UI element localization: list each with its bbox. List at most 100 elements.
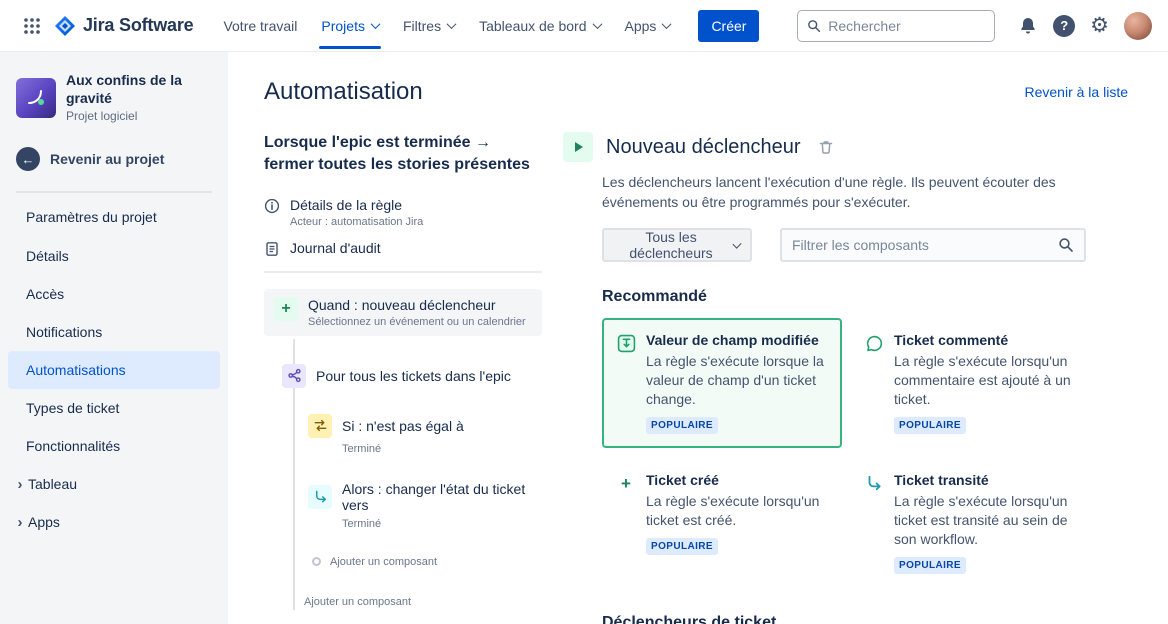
plus-icon: + — [621, 473, 631, 493]
card-description: La règle s'exécute lorsqu'un commentaire… — [894, 353, 1071, 407]
jira-logo[interactable]: Jira Software — [54, 15, 194, 37]
transition-icon — [864, 473, 884, 493]
chevron-down-icon — [732, 239, 742, 249]
popular-badge: POPULAIRE — [646, 538, 718, 555]
audit-log-label: Journal d'audit — [290, 239, 381, 256]
notifications-icon[interactable] — [1018, 16, 1038, 36]
chevron-down-icon — [661, 19, 672, 30]
add-component-branch[interactable]: Ajouter un composant — [312, 556, 542, 568]
condition-step-sub: Terminé — [342, 442, 382, 455]
sidebar-item-tableau[interactable]: › Tableau — [8, 465, 220, 503]
condition-step[interactable]: Si : n'est pas égal à Terminé — [308, 413, 542, 455]
back-to-project[interactable]: ← Revenir au projet — [0, 147, 228, 171]
card-valeur-de-champ-modifiee[interactable]: Valeur de champ modifiée La règle s'exéc… — [602, 318, 842, 448]
top-navigation: Jira Software Votre travail Projets Filt… — [0, 0, 1168, 52]
sidebar-item-notifications[interactable]: Notifications — [8, 313, 220, 351]
card-ticket-transite[interactable]: Ticket transité La règle s'exécute lorsq… — [850, 458, 1090, 588]
trigger-type-dropdown[interactable]: Tous les déclencheurs — [602, 228, 752, 262]
rule-details-label: Détails de la règle — [290, 196, 403, 213]
help-icon[interactable]: ? — [1053, 14, 1076, 37]
sidebar-item-tableau-label: Tableau — [28, 476, 78, 492]
project-avatar — [16, 77, 56, 118]
delete-trigger-icon[interactable] — [818, 139, 834, 155]
sidebar-item-automatisations[interactable]: Automatisations — [8, 351, 220, 389]
nav-projets[interactable]: Projets — [314, 10, 386, 49]
back-to-list-link[interactable]: Revenir à la liste — [1025, 84, 1129, 100]
play-icon — [563, 132, 593, 162]
sidebar-item-acces[interactable]: Accès — [8, 275, 220, 313]
recommended-cards: Valeur de champ modifiée La règle s'exéc… — [602, 318, 1128, 588]
audit-log-link[interactable]: Journal d'audit — [264, 240, 542, 257]
project-settings-nav: Détails Accès Notifications Automatisati… — [0, 237, 228, 541]
rule-steps: + Quand : nouveau déclencheur Sélectionn… — [264, 288, 542, 618]
section-declencheurs-de-ticket: Déclencheurs de ticket — [602, 614, 777, 624]
card-title: Valeur de champ modifiée — [646, 332, 819, 348]
sidebar-item-fonctionnalites[interactable]: Fonctionnalités — [8, 427, 220, 465]
global-search[interactable] — [797, 9, 996, 42]
chevron-down-icon — [592, 19, 602, 30]
trigger-panel: Nouveau déclencheur Les déclencheurs lan… — [563, 132, 1128, 624]
info-icon — [264, 198, 280, 213]
transition-icon — [308, 484, 332, 509]
create-button[interactable]: Créer — [698, 9, 760, 42]
settings-icon[interactable]: ⚙ — [1090, 15, 1109, 36]
card-ticket-cree[interactable]: + Ticket créé La règle s'exécute lorsqu'… — [602, 458, 842, 588]
rule-title: Lorsque l'epic est terminée → fermer tou… — [264, 134, 530, 174]
condition-icon — [308, 413, 332, 438]
project-type: Projet logiciel — [66, 109, 138, 123]
branch-step[interactable]: Pour tous les tickets dans l'epic — [282, 363, 542, 388]
add-component-branch-label: Ajouter un composant — [330, 555, 438, 568]
card-ticket-commente[interactable]: Ticket commenté La règle s'exécute lorsq… — [850, 318, 1090, 448]
sidebar-item-apps-label: Apps — [28, 514, 60, 530]
popular-badge: POPULAIRE — [894, 557, 966, 574]
plus-icon: + — [274, 296, 298, 321]
field-value-changed-icon — [616, 333, 636, 353]
card-description: La règle s'exécute lorsqu'un ticket est … — [646, 493, 820, 528]
sidebar-item-details[interactable]: Détails — [8, 237, 220, 275]
nav-filtres[interactable]: Filtres — [396, 10, 462, 42]
card-title: Ticket commenté — [894, 332, 1009, 348]
jira-logo-icon — [55, 15, 75, 36]
add-component-root-label: Ajouter un composant — [304, 595, 412, 608]
user-avatar[interactable] — [1124, 11, 1152, 40]
sidebar-item-apps[interactable]: › Apps — [8, 503, 220, 541]
chevron-down-icon — [446, 19, 457, 30]
section-recommande: Recommandé — [602, 288, 707, 305]
component-filter-input[interactable] — [792, 237, 1050, 253]
trigger-type-dropdown-value: Tous les déclencheurs — [629, 229, 713, 261]
page-title: Automatisation — [264, 78, 423, 105]
popular-badge: POPULAIRE — [894, 417, 966, 434]
nav-apps[interactable]: Apps — [618, 10, 678, 42]
main-content: Automatisation Revenir à la liste Lorsqu… — [228, 52, 1168, 624]
add-component-root[interactable]: Ajouter un composant — [304, 596, 542, 618]
nav-filtres-label: Filtres — [402, 17, 442, 34]
trigger-step[interactable]: + Quand : nouveau déclencheur Sélectionn… — [264, 288, 542, 336]
comment-icon — [864, 333, 884, 353]
nav-tableaux-de-bord[interactable]: Tableaux de bord — [472, 10, 607, 42]
panel-description: Les déclencheurs lancent l'exécution d'u… — [602, 174, 1056, 210]
search-icon — [1059, 238, 1073, 252]
app-switcher-icon[interactable] — [16, 10, 48, 42]
chevron-right-icon: › — [17, 475, 23, 493]
card-title: Ticket transité — [894, 472, 989, 488]
nav-votre-travail[interactable]: Votre travail — [216, 10, 304, 42]
project-header: Aux confins de la gravité Projet logicie… — [0, 72, 228, 123]
project-name: Aux confins de la gravité — [66, 72, 182, 106]
nav-projets-label: Projets — [321, 17, 365, 34]
panel-title: Nouveau déclencheur — [606, 135, 801, 158]
component-filter[interactable] — [780, 228, 1086, 262]
sidebar-item-types-de-ticket[interactable]: Types de ticket — [8, 389, 220, 427]
search-input[interactable] — [828, 17, 986, 34]
card-description: La règle s'exécute lorsque la valeur de … — [646, 353, 824, 407]
rule-details-link[interactable]: Détails de la règle Acteur : automatisat… — [264, 197, 542, 228]
project-sidebar: Aux confins de la gravité Projet logicie… — [0, 52, 228, 624]
trigger-step-sub: Sélectionnez un événement ou un calendri… — [308, 315, 526, 328]
chevron-right-icon: › — [17, 513, 23, 531]
back-arrow-icon: ← — [16, 147, 40, 171]
action-step[interactable]: Alors : changer l'état du ticket vers Te… — [308, 481, 542, 530]
action-step-label: Alors : changer l'état du ticket vers — [342, 480, 526, 513]
audit-log-icon — [266, 241, 278, 256]
search-icon — [808, 19, 821, 32]
avatar — [1124, 11, 1152, 40]
add-component-node-icon — [312, 557, 321, 567]
